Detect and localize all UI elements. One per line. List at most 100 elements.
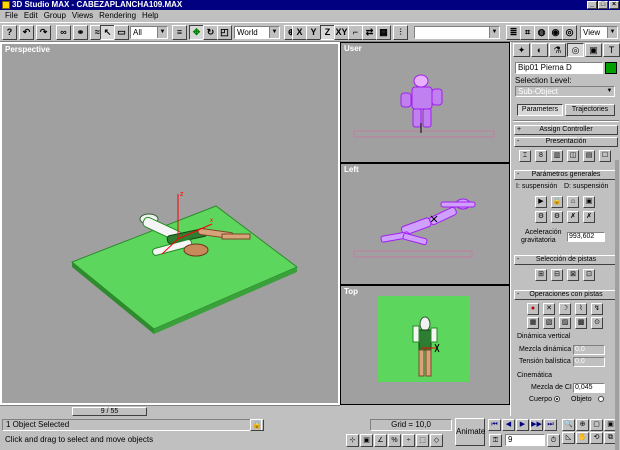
link-icon[interactable]: ∞ xyxy=(56,25,71,40)
pan-icon[interactable]: ✋ xyxy=(576,432,589,444)
render-type-dropdown[interactable]: View ▼ xyxy=(580,26,618,39)
snap-toggle-icon[interactable]: ⊹ xyxy=(346,434,359,447)
menu-group[interactable]: Group xyxy=(41,10,69,22)
material-editor-icon[interactable]: ◍ xyxy=(534,25,549,40)
menu-help[interactable]: Help xyxy=(139,10,161,22)
time-slider[interactable]: 9 / 55 xyxy=(0,405,340,416)
unlink-icon[interactable]: ⚭ xyxy=(73,25,88,40)
undo-icon[interactable]: ↶ xyxy=(19,25,34,40)
mode-bar-icon[interactable]: ▤ xyxy=(583,150,595,162)
save-file-icon[interactable]: ◫ xyxy=(567,150,579,162)
viewport-label-perspective[interactable]: Perspective xyxy=(5,45,50,54)
axis-z-button[interactable]: Z xyxy=(320,25,335,40)
go-to-end-icon[interactable]: ⏭ xyxy=(544,419,557,431)
copy-frame-icon[interactable]: ▨ xyxy=(559,317,571,329)
viewport-user[interactable]: User xyxy=(340,42,510,163)
close-button[interactable]: × xyxy=(609,1,619,9)
spinner-snap-icon[interactable]: ÷ xyxy=(402,434,415,447)
objeto-radio[interactable] xyxy=(598,396,604,402)
key-mode-icon[interactable]: ⚿ xyxy=(489,434,502,447)
sub-object-dropdown[interactable]: Sub-Object ▼ xyxy=(515,86,615,97)
modify-tab-icon[interactable]: ◐ xyxy=(531,43,548,57)
motion-tab-icon[interactable]: ◎ xyxy=(567,43,584,57)
display-bones-icon[interactable]: ☐ xyxy=(599,150,611,162)
zoom-all-icon[interactable]: ⊕ xyxy=(576,419,589,431)
create-tab-icon[interactable]: ✦ xyxy=(513,43,530,57)
maximize-button[interactable]: □ xyxy=(598,1,608,9)
align-icon[interactable]: ⫶ xyxy=(393,25,408,40)
window-crossing-icon[interactable]: ⬚ xyxy=(416,434,429,447)
filter-track-icon[interactable]: ⊙ xyxy=(591,317,603,329)
tension-balistica-input[interactable]: 0,0 xyxy=(573,357,605,367)
viewport-label-user[interactable]: User xyxy=(344,44,362,53)
array-icon[interactable]: ▦ xyxy=(376,25,391,40)
move-icon[interactable]: ✥ xyxy=(189,25,204,40)
menu-file[interactable]: File xyxy=(2,10,21,22)
current-frame-field[interactable]: 9 xyxy=(505,434,545,446)
record-key-icon[interactable]: ● xyxy=(527,303,539,315)
set-key-icon[interactable]: ▶ xyxy=(535,196,547,208)
display-tab-icon[interactable]: ▣ xyxy=(585,43,602,57)
plant-key-icon[interactable]: ⌂ xyxy=(567,196,579,208)
load-file-icon[interactable]: ▥ xyxy=(551,150,563,162)
time-config-icon[interactable]: ⏱ xyxy=(547,434,560,447)
rollout-seleccion-pistas[interactable]: - Selección de pistas xyxy=(514,255,618,265)
move-all-icon[interactable]: ↯ xyxy=(591,303,603,315)
axis-y-button[interactable]: Y xyxy=(306,25,321,40)
angle-snap-icon[interactable]: ∠ xyxy=(374,434,387,447)
track-view-icon[interactable]: ≣ xyxy=(506,25,521,40)
field-of-view-icon[interactable]: ◺ xyxy=(562,432,575,444)
rollout-assign-controller[interactable]: + Assign Controller xyxy=(514,125,618,135)
rotate-icon[interactable]: ↻ xyxy=(203,25,218,40)
command-panel-scrollbar[interactable] xyxy=(615,160,619,450)
bend-links-icon[interactable]: ☽ xyxy=(559,303,571,315)
select-mirror-icon[interactable]: ⊡ xyxy=(583,269,595,281)
twist-links-icon[interactable]: ⌇ xyxy=(575,303,587,315)
degradation-override-icon[interactable]: ◇ xyxy=(430,434,443,447)
save-key-icon[interactable]: ▣ xyxy=(583,196,595,208)
render-scene-icon[interactable]: ◉ xyxy=(548,25,563,40)
menu-edit[interactable]: Edit xyxy=(21,10,41,22)
time-slider-thumb[interactable]: 9 / 55 xyxy=(72,407,147,416)
viewport-top[interactable]: Top xyxy=(340,285,510,405)
rollout-operaciones-pistas[interactable]: - Operaciones con pistas xyxy=(514,290,618,300)
parameters-button[interactable]: Parameters xyxy=(517,104,563,116)
object-name-field[interactable]: Bip01 Pierna D xyxy=(515,62,603,74)
select-opposite-icon[interactable]: ⊠ xyxy=(567,269,579,281)
reference-coord-dropdown[interactable]: World ▼ xyxy=(234,26,280,39)
paste-track-icon[interactable]: ▧ xyxy=(543,317,555,329)
previous-frame-icon[interactable]: ◀ xyxy=(502,419,515,431)
viewport-label-left[interactable]: Left xyxy=(344,165,359,174)
select-by-name-icon[interactable]: ≡ xyxy=(172,25,187,40)
inverse-kinematics-icon[interactable]: ⌐ xyxy=(348,25,363,40)
paste-posture-icon[interactable]: ⚙ xyxy=(551,211,563,223)
go-to-start-icon[interactable]: ⏮ xyxy=(488,419,501,431)
rollout-parametros-generales[interactable]: - Parámetros generales xyxy=(514,170,618,180)
viewport-left[interactable]: Left xyxy=(340,163,510,285)
animate-button[interactable]: Animate xyxy=(455,418,485,446)
named-selection-dropdown[interactable]: ▼ xyxy=(414,26,500,39)
scale-icon[interactable]: ◰ xyxy=(217,25,232,40)
select-body-icon[interactable]: ⊞ xyxy=(535,269,547,281)
menu-rendering[interactable]: Rendering xyxy=(96,10,139,22)
paste-posture-mirror-icon[interactable]: ✗ xyxy=(583,211,595,223)
delete-key-icon[interactable]: ✕ xyxy=(543,303,555,315)
minimize-button[interactable]: _ xyxy=(587,1,597,9)
aceleracion-input[interactable]: 993,602 xyxy=(567,232,605,242)
redo-icon[interactable]: ↷ xyxy=(36,25,51,40)
viewport-perspective[interactable]: Perspective z x xyxy=(0,42,340,405)
mezcla-ci-input[interactable]: 0,045 xyxy=(573,383,605,393)
mirror-icon[interactable]: ⇄ xyxy=(362,25,377,40)
select-arrow-icon[interactable]: ↖ xyxy=(100,25,115,40)
paste-frame-icon[interactable]: ▩ xyxy=(575,317,587,329)
copy-posture-icon[interactable]: ⚙ xyxy=(535,211,547,223)
menu-views[interactable]: Views xyxy=(69,10,96,22)
arc-rotate-icon[interactable]: ⟲ xyxy=(590,432,603,444)
lock-selection-icon[interactable]: 🔒 xyxy=(250,419,264,431)
zoom-icon[interactable]: 🔍 xyxy=(562,419,575,431)
figure-mode-icon[interactable]: ⌶ xyxy=(519,150,531,162)
paste-opposite-icon[interactable]: ✗ xyxy=(567,211,579,223)
utilities-tab-icon[interactable]: T xyxy=(603,43,620,57)
axis-xy-button[interactable]: XY xyxy=(334,25,349,40)
schematic-icon[interactable]: ⌗ xyxy=(520,25,535,40)
